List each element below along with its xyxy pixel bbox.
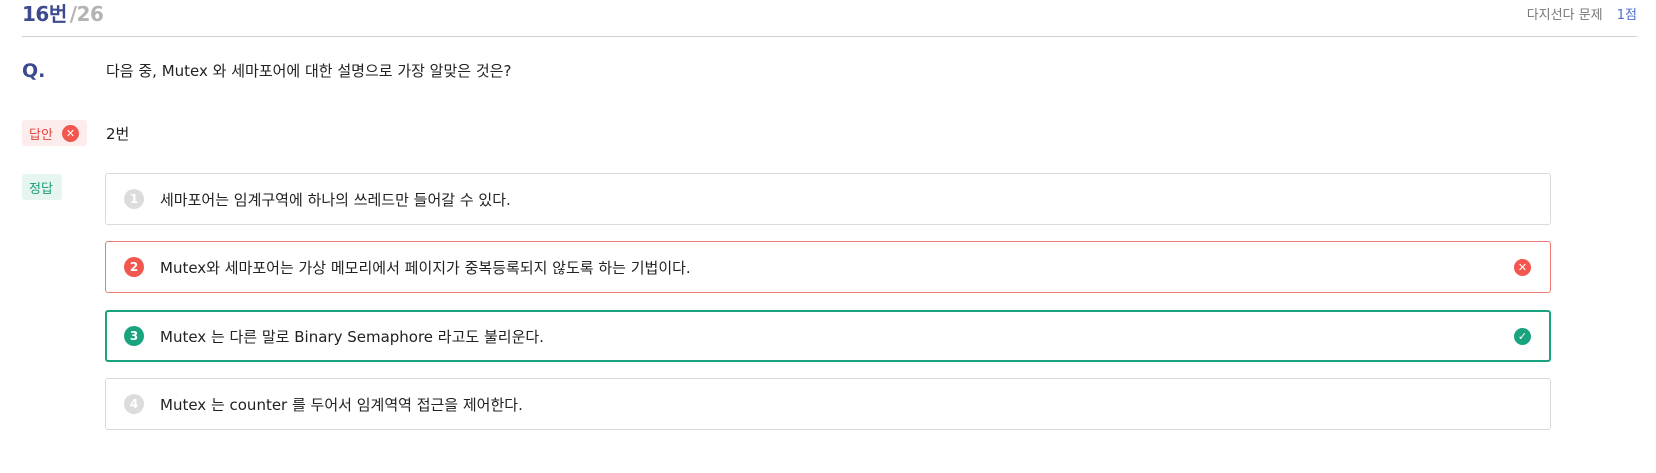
option-text: Mutex와 세마포어는 가상 메모리에서 페이지가 중복등록되지 않도록 하는… [160, 258, 691, 277]
question-header: 16번/26 다지선다 문제 1점 [22, 0, 1637, 37]
option-number: 1 [124, 189, 144, 209]
option-text: Mutex 는 counter 를 두어서 임계역역 접근을 제어한다. [160, 395, 523, 414]
x-circle-icon: ✕ [61, 124, 79, 142]
option-number: 3 [124, 326, 144, 346]
my-answer-value: 2번 [106, 125, 130, 143]
option-number: 2 [124, 257, 144, 277]
question-counter: 16번/26 [22, 0, 104, 27]
question-total: /26 [69, 2, 104, 26]
my-answer-badge: 답안 ✕ [22, 120, 87, 146]
x-circle-icon: ✕ [1514, 258, 1531, 276]
question-type: 다지선다 문제 [1526, 8, 1603, 23]
option-text: Mutex 는 다른 말로 Binary Semaphore 라고도 불리운다. [160, 327, 544, 346]
option-2[interactable]: 2 Mutex와 세마포어는 가상 메모리에서 페이지가 중복등록되지 않도록 … [105, 241, 1551, 293]
correct-answer-badge: 정답 [22, 174, 62, 200]
correct-answer-label: 정답 [29, 181, 53, 197]
quiz-result-page: 16번/26 다지선다 문제 1점 Q. 다음 중, Mutex 와 세마포어에… [0, 0, 1656, 473]
option-4[interactable]: 4 Mutex 는 counter 를 두어서 임계역역 접근을 제어한다. [105, 378, 1551, 430]
question-text: 다음 중, Mutex 와 세마포어에 대한 설명으로 가장 알맞은 것은? [106, 62, 512, 80]
option-number: 4 [124, 394, 144, 414]
question-label: Q. [22, 60, 46, 82]
option-text: 세마포어는 임계구역에 하나의 쓰레드만 들어갈 수 있다. [160, 190, 511, 209]
question-points: 1점 [1616, 8, 1637, 23]
my-answer-label: 답안 [29, 127, 53, 143]
question-meta: 다지선다 문제 1점 [1527, 4, 1637, 23]
option-1[interactable]: 1 세마포어는 임계구역에 하나의 쓰레드만 들어갈 수 있다. [105, 173, 1551, 225]
question-number: 16번 [22, 2, 67, 26]
check-circle-icon: ✓ [1514, 327, 1531, 345]
option-3[interactable]: 3 Mutex 는 다른 말로 Binary Semaphore 라고도 불리운… [105, 310, 1551, 362]
